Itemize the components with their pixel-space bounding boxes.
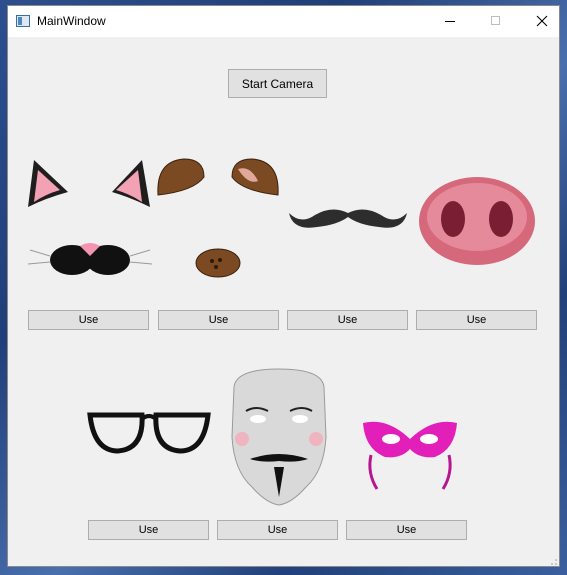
maximize-button[interactable] (473, 6, 519, 37)
use-button-dog[interactable]: Use (158, 310, 279, 330)
masquerade-mask-image (363, 421, 457, 490)
maximize-icon (491, 16, 500, 25)
resize-grip-icon[interactable] (549, 557, 557, 565)
minimize-button[interactable] (427, 6, 473, 37)
use-button-masquerade-mask[interactable]: Use (346, 520, 467, 540)
title-bar[interactable]: MainWindow (8, 6, 559, 37)
use-button-pig[interactable]: Use (416, 310, 537, 330)
use-button-anonymous-mask[interactable]: Use (217, 520, 338, 540)
use-button-glasses[interactable]: Use (88, 520, 209, 540)
start-camera-button[interactable]: Start Camera (228, 69, 327, 98)
cat-ears-and-nose-image (27, 160, 153, 275)
use-button-mustache[interactable]: Use (287, 310, 408, 330)
use-button-cat[interactable]: Use (28, 310, 149, 330)
minimize-icon (445, 21, 455, 22)
main-window: MainWindow Start Camera Use Use Use Use … (7, 5, 560, 567)
close-button[interactable] (519, 6, 565, 37)
client-area: Start Camera Use Use Use Use Use Use Use (8, 37, 559, 567)
app-icon (16, 15, 30, 27)
pig-nose-image (419, 177, 535, 265)
mustache-image (289, 209, 407, 228)
window-title: MainWindow (37, 14, 106, 28)
glasses-image (87, 412, 211, 454)
close-icon (536, 15, 548, 27)
dog-ears-and-nose-image (157, 158, 279, 278)
anonymous-mask-image (231, 368, 327, 506)
